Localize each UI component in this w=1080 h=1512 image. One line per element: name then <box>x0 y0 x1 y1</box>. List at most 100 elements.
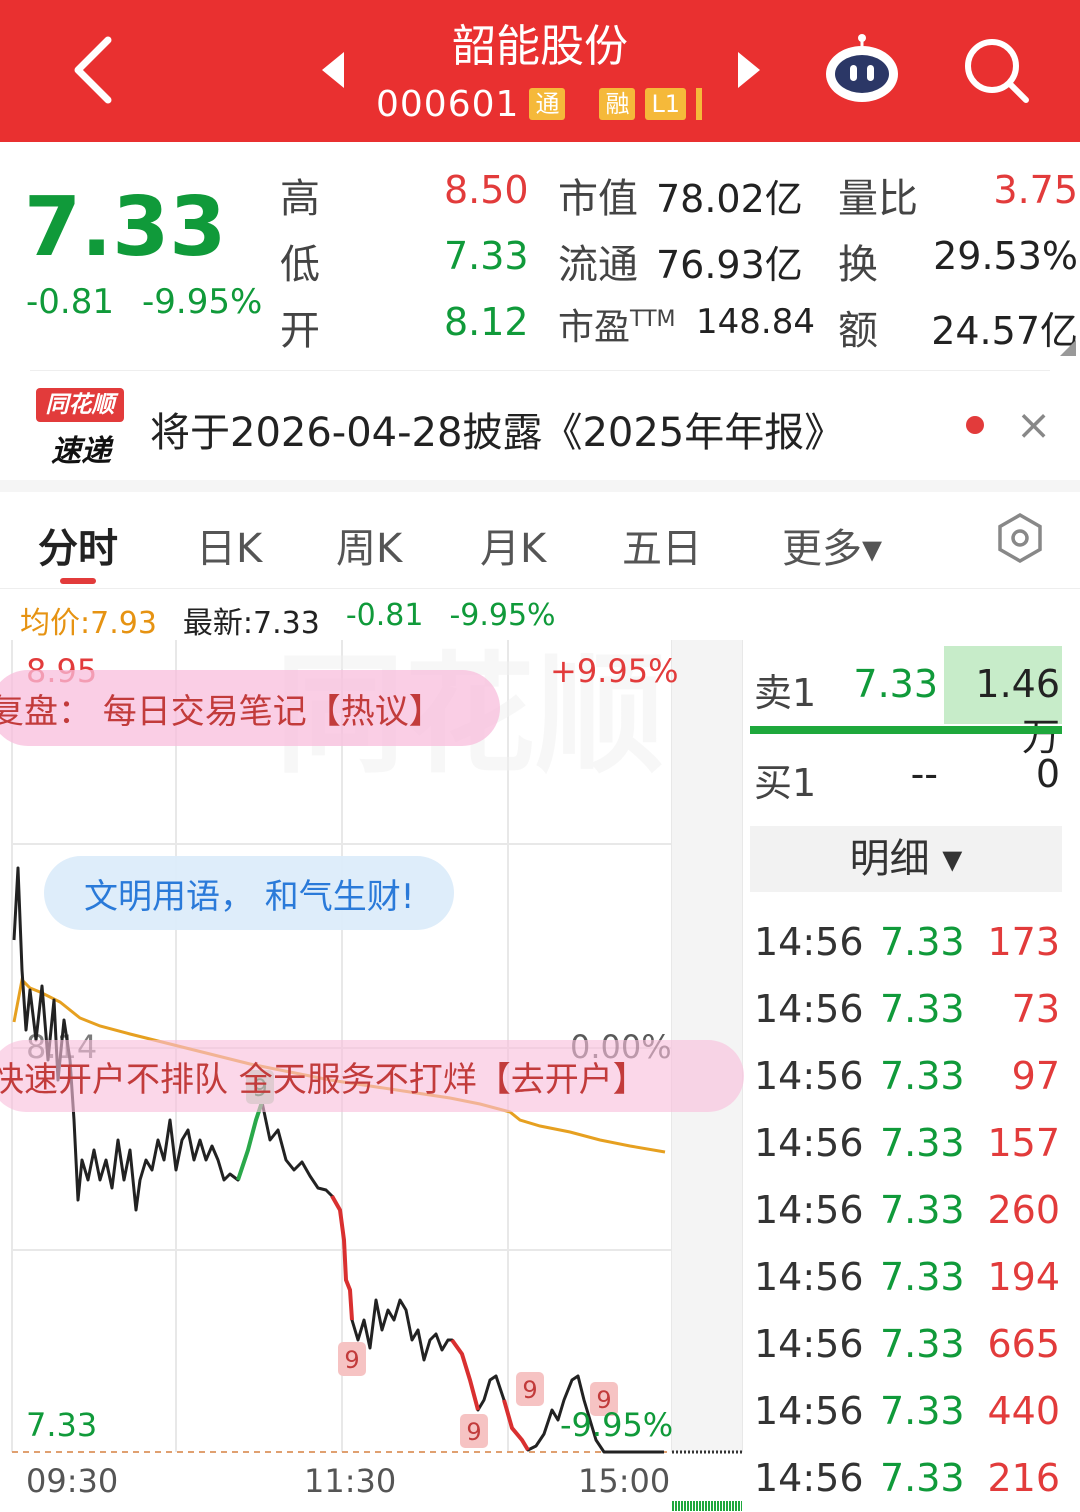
chevron-left-icon[interactable] <box>60 30 130 110</box>
tab-monthly-k[interactable]: 月K <box>480 516 546 574</box>
tab-five-day[interactable]: 五日 <box>622 516 702 574</box>
vol-ratio-label: 量比 <box>838 176 918 222</box>
tag-tong: 通 <box>529 88 566 120</box>
float-label: 流通 <box>558 242 638 288</box>
tick-price: 7.33 <box>880 1121 965 1165</box>
sell1-price: 7.33 <box>853 662 938 706</box>
high-label: 高 <box>280 176 320 222</box>
price-change: -0.81 <box>26 282 114 322</box>
tick-row: 14:56 7.33 73 <box>754 987 1060 1033</box>
price-change-row: -0.81 -9.95% <box>26 282 262 322</box>
logo-bottom: 速递 <box>51 434 111 469</box>
svg-text:9: 9 <box>522 1376 537 1404</box>
y-low-label: 7.33 <box>26 1406 98 1444</box>
tick-volume: 73 <box>1011 987 1060 1031</box>
unread-dot <box>966 416 984 434</box>
triangle-right-icon[interactable] <box>734 48 764 92</box>
search-icon[interactable] <box>962 36 1032 106</box>
x-label-mid: 11:30 <box>304 1462 397 1500</box>
expand-corner-icon[interactable] <box>1060 340 1076 356</box>
tab-intraday[interactable]: 分时 <box>38 516 118 574</box>
tick-time: 14:56 <box>754 1456 864 1500</box>
pe-label: 市盈TTM <box>558 307 676 348</box>
vol-ratio-value: 3.75 <box>993 168 1078 212</box>
mktcap-value: 78.02亿 <box>656 177 803 221</box>
civil-reminder-banner: 文明用语， 和气生财! <box>44 856 454 930</box>
high-value: 8.50 <box>444 168 529 212</box>
tag-divider <box>696 88 703 120</box>
divider <box>30 370 1050 371</box>
tab-more[interactable]: 更多▾ <box>782 516 882 574</box>
tick-volume: 440 <box>987 1389 1060 1433</box>
stock-code-row: 000601 通 融 L1 <box>376 83 703 125</box>
marker-group: 9 9 9 9 9 <box>246 1070 618 1448</box>
tick-time: 14:56 <box>754 1054 864 1098</box>
sell-volume-bar <box>750 726 1062 734</box>
avg-price-info: 均价:7.93 <box>20 606 157 641</box>
svg-text:9: 9 <box>344 1346 359 1374</box>
app-header: 韶能股份 000601 通 融 L1 <box>0 0 1080 142</box>
tick-row: 14:56 7.33 665 <box>754 1322 1060 1368</box>
buy1-volume: 0 <box>1035 752 1060 796</box>
settings-hexagon-icon[interactable] <box>994 512 1046 564</box>
change-info: -0.81 <box>345 598 424 633</box>
amount-label: 额 <box>838 308 878 354</box>
sell1-volume: 1.46万 <box>975 662 1060 759</box>
tick-price: 7.33 <box>880 1188 965 1232</box>
price-change-pct: -9.95% <box>141 282 263 322</box>
tick-time: 14:56 <box>754 987 864 1031</box>
open-label: 开 <box>280 308 320 354</box>
open-account-banner[interactable]: 快速开户不排队 全天服务不打烊【去开户】 <box>0 1040 744 1112</box>
change-pct-info: -9.95% <box>449 598 556 633</box>
ttm-superscript: TTM <box>630 307 676 332</box>
tabs-divider <box>0 588 1080 589</box>
tick-row: 14:56 7.33 157 <box>754 1121 1060 1167</box>
tick-price: 7.33 <box>880 1456 965 1500</box>
amount-value: 24.57亿 <box>931 309 1078 353</box>
detail-dropdown[interactable]: 明细 ▾ <box>750 826 1062 892</box>
sell1-label: 卖1 <box>754 671 817 715</box>
tick-volume: 665 <box>987 1322 1060 1366</box>
marker-9: 9 <box>460 1414 488 1448</box>
tick-time: 14:56 <box>754 1188 864 1232</box>
news-text[interactable]: 将于2026-04-28披露《2025年年报》 <box>150 400 844 458</box>
tag-rong: 融 <box>599 88 636 120</box>
tick-time: 14:56 <box>754 1322 864 1366</box>
mktcap-label: 市值 <box>558 176 638 222</box>
tag-l1: L1 <box>645 88 687 120</box>
tick-row: 14:56 7.33 194 <box>754 1255 1060 1301</box>
tick-price: 7.33 <box>880 920 965 964</box>
tick-volume: 216 <box>987 1456 1060 1500</box>
stock-name: 韶能股份 <box>452 21 628 72</box>
tab-daily-k[interactable]: 日K <box>196 516 262 574</box>
tick-price: 7.33 <box>880 1322 965 1366</box>
review-banner[interactable]: 复盘： 每日交易笔记【热议】 <box>0 670 500 746</box>
buy1-price: -- <box>910 752 938 796</box>
x-label-close: 15:00 <box>578 1462 671 1500</box>
tick-time: 14:56 <box>754 1389 864 1433</box>
close-icon[interactable]: × <box>1016 404 1051 446</box>
x-label-open: 09:30 <box>26 1462 119 1500</box>
tick-row: 14:56 7.33 97 <box>754 1054 1060 1100</box>
low-label: 低 <box>280 242 320 288</box>
pe-value: 148.84 <box>696 302 815 342</box>
tab-weekly-k[interactable]: 周K <box>336 516 402 574</box>
marker-9: 9 <box>516 1372 544 1406</box>
turnover-label: 换 <box>838 242 878 288</box>
tick-row: 14:56 7.33 173 <box>754 920 1060 966</box>
tick-price: 7.33 <box>880 1389 965 1433</box>
robot-icon[interactable] <box>822 32 902 104</box>
stock-code: 000601 <box>376 83 520 125</box>
tick-row: 14:56 7.33 260 <box>754 1188 1060 1234</box>
logo-top: 同花顺 <box>36 388 124 422</box>
active-tab-indicator <box>60 578 96 584</box>
latest-price-info: 最新:7.33 <box>182 606 320 641</box>
tick-time: 14:56 <box>754 1121 864 1165</box>
y-low-pct-label: -9.95% <box>560 1406 674 1444</box>
chart-info-row: 均价:7.93 最新:7.33 -0.81 -9.95% <box>20 598 556 642</box>
tick-price: 7.33 <box>880 1054 965 1098</box>
svg-text:9: 9 <box>466 1418 481 1446</box>
current-price: 7.33 <box>24 180 227 275</box>
low-value: 7.33 <box>444 234 529 278</box>
section-separator <box>0 480 1080 492</box>
